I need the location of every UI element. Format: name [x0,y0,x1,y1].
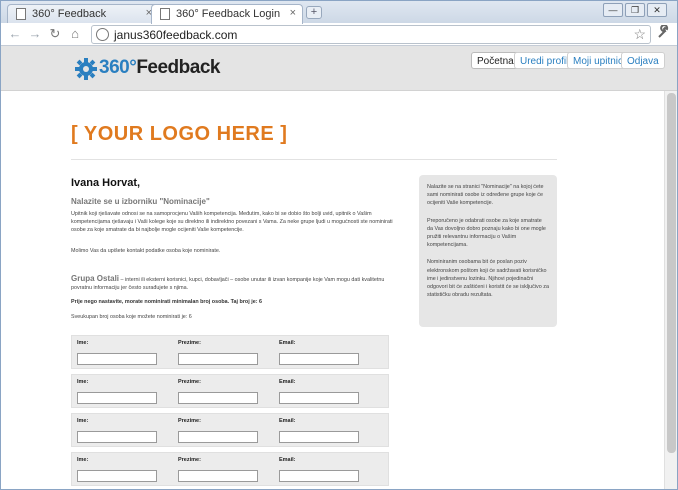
surname-label: Prezime: [178,379,201,385]
sidebar-paragraph: Preporučeno je odabrati osobe za koje sm… [427,217,546,249]
globe-icon [96,28,109,41]
group-title: Grupa Ostali [71,274,120,283]
minimize-button[interactable]: — [603,3,623,17]
star-icon[interactable]: ☆ [633,26,646,43]
gear-icon [75,58,97,80]
tab-360-feedback[interactable]: 360° Feedback × [7,4,159,23]
address-bar[interactable]: janus360feedback.com ☆ [91,25,651,44]
help-sidebar: Nalazite se na stranici "Nominacije" na … [419,175,557,327]
nav-odjava[interactable]: Odjava [621,52,665,69]
tab-strip: 360° Feedback × 360° Feedback Login × + … [1,1,677,24]
name-input[interactable] [77,470,157,482]
nav-pocetna[interactable]: Početna [471,52,520,69]
nominee-row: Ime: Prezime: Email: [71,413,389,447]
tab-360-feedback-login[interactable]: 360° Feedback Login × [151,4,303,24]
name-label: Ime: [77,340,89,346]
name-label: Ime: [77,457,89,463]
name-input[interactable] [77,353,157,365]
email-label: Email: [279,379,296,385]
reload-icon[interactable]: ↻ [47,26,63,42]
sidebar-paragraph: Nominiranim osobama bit će poslan poziv … [427,259,549,299]
email-label: Email: [279,418,296,424]
email-label: Email: [279,457,296,463]
surname-input[interactable] [178,353,258,365]
email-input[interactable] [279,353,359,365]
instruction-text: Molimo Vas da upišete kontakt podatke os… [71,248,221,254]
page-icon [160,8,170,20]
new-tab-button[interactable]: + [306,6,322,19]
page-icon [16,8,26,20]
logo-placeholder: [ YOUR LOGO HERE ] [71,123,288,145]
email-input[interactable] [279,470,359,482]
section-title: Nalazite se u izborniku "Nominacije" [71,197,210,206]
email-label: Email: [279,340,296,346]
surname-input[interactable] [178,392,258,404]
divider [71,159,557,160]
surname-input[interactable] [178,470,258,482]
nominee-row: Ime: Prezime: Email: [71,452,389,486]
total-note: Sveukupan broj osoba koje možete nominir… [71,314,192,320]
browser-window: 360° Feedback × 360° Feedback Login × + … [0,0,678,490]
wrench-icon[interactable] [657,24,671,42]
name-input[interactable] [77,392,157,404]
forward-icon[interactable]: → [27,26,43,42]
close-window-button[interactable]: ✕ [647,3,667,17]
surname-label: Prezime: [178,340,201,346]
brand-name: 360°Feedback [99,57,220,78]
name-label: Ime: [77,418,89,424]
email-input[interactable] [279,392,359,404]
nav-uredi-profil[interactable]: Uredi profil [514,52,575,69]
intro-paragraph: Upitnik koji rješavate odnosi se na samo… [71,211,393,234]
scrollbar-thumb[interactable] [667,93,676,453]
surname-input[interactable] [178,431,258,443]
name-label: Ime: [77,379,89,385]
surname-label: Prezime: [178,457,201,463]
home-icon[interactable]: ⌂ [67,26,83,42]
nominee-row: Ime: Prezime: Email: [71,374,389,408]
email-input[interactable] [279,431,359,443]
tab-title: 360° Feedback [32,8,107,20]
maximize-button[interactable]: ❐ [625,3,645,17]
user-greeting: Ivana Horvat, [71,177,141,189]
group-description: Grupa Ostali – interni ili eksterni kori… [71,274,401,292]
site-header: 360°Feedback Početna Uredi profil Moji u… [1,46,677,91]
surname-label: Prezime: [178,418,201,424]
vertical-scrollbar[interactable] [664,91,677,489]
nominee-row: Ime: Prezime: Email: [71,335,389,369]
back-icon[interactable]: ← [7,26,23,42]
sidebar-paragraph: Nalazite se na stranici "Nominacije" na … [427,184,544,207]
name-input[interactable] [77,431,157,443]
close-tab-icon[interactable]: × [290,7,296,19]
minimum-note: Prije nego nastavite, morate nominirati … [71,299,263,305]
url-text[interactable]: janus360feedback.com [114,28,237,42]
tab-title: 360° Feedback Login [176,8,281,20]
browser-toolbar: ← → ↻ ⌂ janus360feedback.com ☆ [1,23,677,46]
